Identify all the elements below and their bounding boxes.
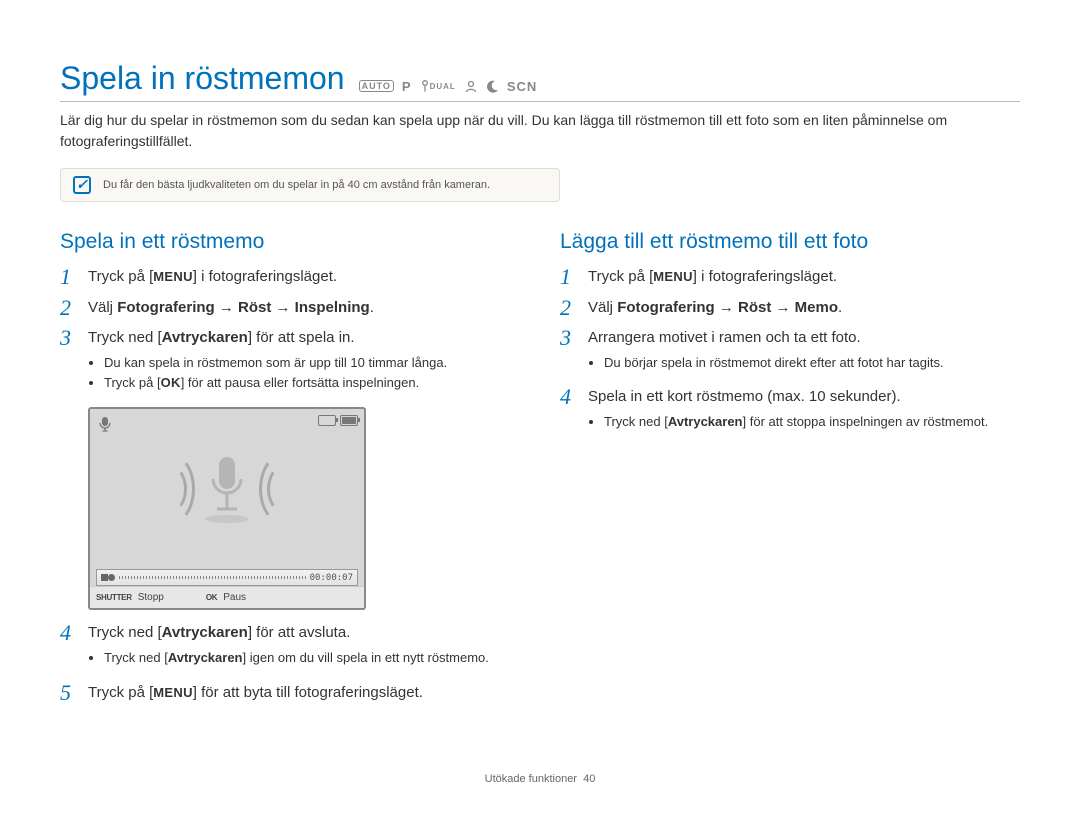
page-title: Spela in röstmemon bbox=[60, 60, 345, 97]
sub-bullets: Tryck ned [Avtryckaren] för att stoppa i… bbox=[588, 413, 1020, 432]
page-footer: Utökade funktioner 40 bbox=[0, 773, 1080, 785]
bullet: Tryck på [OK] för att pausa eller fortsä… bbox=[104, 374, 520, 393]
left-column: Spela in ett röstmemo 1 Tryck på [MENU] … bbox=[60, 230, 520, 712]
step-number: 4 bbox=[560, 386, 578, 408]
mode-scn-icon: SCN bbox=[507, 79, 537, 94]
footer-page-number: 40 bbox=[583, 773, 595, 785]
step-text: Välj Fotografering → Röst → Memo. bbox=[588, 297, 1020, 320]
mode-icons: AUTO P DUAL SCN bbox=[359, 79, 538, 94]
bullet: Tryck ned [Avtryckaren] igen om du vill … bbox=[104, 649, 520, 668]
shutter-action: Stopp bbox=[138, 592, 164, 603]
right-heading: Lägga till ett röstmemo till ett foto bbox=[560, 230, 1020, 254]
camera-display-illustration: 00:00:07 SHUTTER Stopp OK Paus bbox=[88, 407, 366, 610]
title-row: Spela in röstmemon AUTO P DUAL SCN bbox=[60, 60, 1020, 102]
ok-key-label: OK bbox=[206, 593, 217, 602]
left-step-2: 2 Välj Fotografering → Röst → Inspelning… bbox=[60, 297, 520, 320]
step-number: 5 bbox=[60, 682, 78, 704]
microphone-icon bbox=[201, 453, 253, 525]
right-step-4: 4 Spela in ett kort röstmemo (max. 10 se… bbox=[560, 386, 1020, 437]
content-columns: Spela in ett röstmemo 1 Tryck på [MENU] … bbox=[60, 230, 1020, 712]
step-text: Tryck ned [Avtryckaren] för att spela in… bbox=[88, 327, 520, 399]
step-number: 1 bbox=[60, 266, 78, 288]
left-step-4: 4 Tryck ned [Avtryckaren] för att avslut… bbox=[60, 622, 520, 673]
shutter-label: Avtryckaren bbox=[668, 414, 743, 429]
bullet: Du börjar spela in röstmemot direkt efte… bbox=[604, 354, 1020, 373]
step-text: Arrangera motivet i ramen och ta ett fot… bbox=[588, 327, 1020, 378]
step-text: Spela in ett kort röstmemo (max. 10 seku… bbox=[588, 386, 1020, 437]
mode-p-icon: P bbox=[402, 79, 412, 94]
progress-bar: 00:00:07 bbox=[96, 569, 358, 586]
info-icon: ✓ bbox=[73, 176, 91, 194]
right-step-1: 1 Tryck på [MENU] i fotograferingsläget. bbox=[560, 266, 1020, 289]
mode-night-icon bbox=[486, 80, 499, 93]
step-number: 4 bbox=[60, 622, 78, 644]
memory-icon bbox=[318, 415, 336, 426]
right-column: Lägga till ett röstmemo till ett foto 1 … bbox=[560, 230, 1020, 712]
step-number: 2 bbox=[60, 297, 78, 319]
ok-action: Paus bbox=[223, 592, 246, 603]
step-number: 2 bbox=[560, 297, 578, 319]
bullet: Du kan spela in röstmemon som är upp til… bbox=[104, 354, 520, 373]
mode-dual-icon: DUAL bbox=[420, 80, 456, 92]
shutter-key-label: SHUTTER bbox=[96, 593, 132, 602]
sub-bullets: Du kan spela in röstmemon som är upp til… bbox=[88, 354, 520, 394]
sound-wave-left-icon bbox=[163, 454, 195, 524]
left-heading: Spela in ett röstmemo bbox=[60, 230, 520, 254]
elapsed-time: 00:00:07 bbox=[310, 573, 353, 583]
camera-screen bbox=[90, 409, 364, 569]
battery-icon bbox=[340, 415, 358, 426]
step-number: 3 bbox=[560, 327, 578, 349]
step-text: Tryck ned [Avtryckaren] för att avsluta.… bbox=[88, 622, 520, 673]
stop-icon bbox=[101, 574, 108, 581]
tip-box: ✓ Du får den bästa ljudkvaliteten om du … bbox=[60, 168, 560, 202]
step-text: Tryck på [MENU] i fotograferingsläget. bbox=[88, 266, 520, 289]
progress-track bbox=[119, 576, 306, 579]
mic-center-graphic bbox=[163, 453, 291, 525]
record-dot-icon bbox=[108, 574, 115, 581]
camera-controls-bar: SHUTTER Stopp OK Paus bbox=[90, 586, 364, 608]
status-icons bbox=[318, 415, 358, 426]
right-step-2: 2 Välj Fotografering → Röst → Memo. bbox=[560, 297, 1020, 320]
tip-text: Du får den bästa ljudkvaliteten om du sp… bbox=[103, 179, 490, 191]
sound-wave-right-icon bbox=[259, 454, 291, 524]
step-text: Tryck på [MENU] för att byta till fotogr… bbox=[88, 682, 520, 705]
left-step-5: 5 Tryck på [MENU] för att byta till foto… bbox=[60, 682, 520, 705]
left-step-1: 1 Tryck på [MENU] i fotograferingsläget. bbox=[60, 266, 520, 289]
step-number: 3 bbox=[60, 327, 78, 349]
step-text: Tryck på [MENU] i fotograferingsläget. bbox=[588, 266, 1020, 289]
step-number: 1 bbox=[560, 266, 578, 288]
shutter-label: Avtryckaren bbox=[162, 329, 248, 346]
footer-section: Utökade funktioner bbox=[485, 773, 577, 785]
sub-bullets: Tryck ned [Avtryckaren] igen om du vill … bbox=[88, 649, 520, 668]
mode-auto-icon: AUTO bbox=[359, 80, 394, 92]
ok-label: OK bbox=[161, 375, 181, 390]
right-step-3: 3 Arrangera motivet i ramen och ta ett f… bbox=[560, 327, 1020, 378]
intro-text: Lär dig hur du spelar in röstmemon som d… bbox=[60, 110, 1020, 152]
manual-page: Spela in röstmemon AUTO P DUAL SCN Lär d… bbox=[0, 0, 1080, 712]
mic-small-icon bbox=[96, 415, 114, 433]
mode-portrait-icon bbox=[464, 79, 478, 93]
menu-label: MENU bbox=[153, 685, 192, 700]
menu-label: MENU bbox=[653, 269, 692, 284]
menu-label: MENU bbox=[153, 269, 192, 284]
shutter-label: Avtryckaren bbox=[162, 624, 248, 641]
step-text: Välj Fotografering → Röst → Inspelning. bbox=[88, 297, 520, 320]
bullet: Tryck ned [Avtryckaren] för att stoppa i… bbox=[604, 413, 1020, 432]
sub-bullets: Du börjar spela in röstmemot direkt efte… bbox=[588, 354, 1020, 373]
left-step-3: 3 Tryck ned [Avtryckaren] för att spela … bbox=[60, 327, 520, 399]
